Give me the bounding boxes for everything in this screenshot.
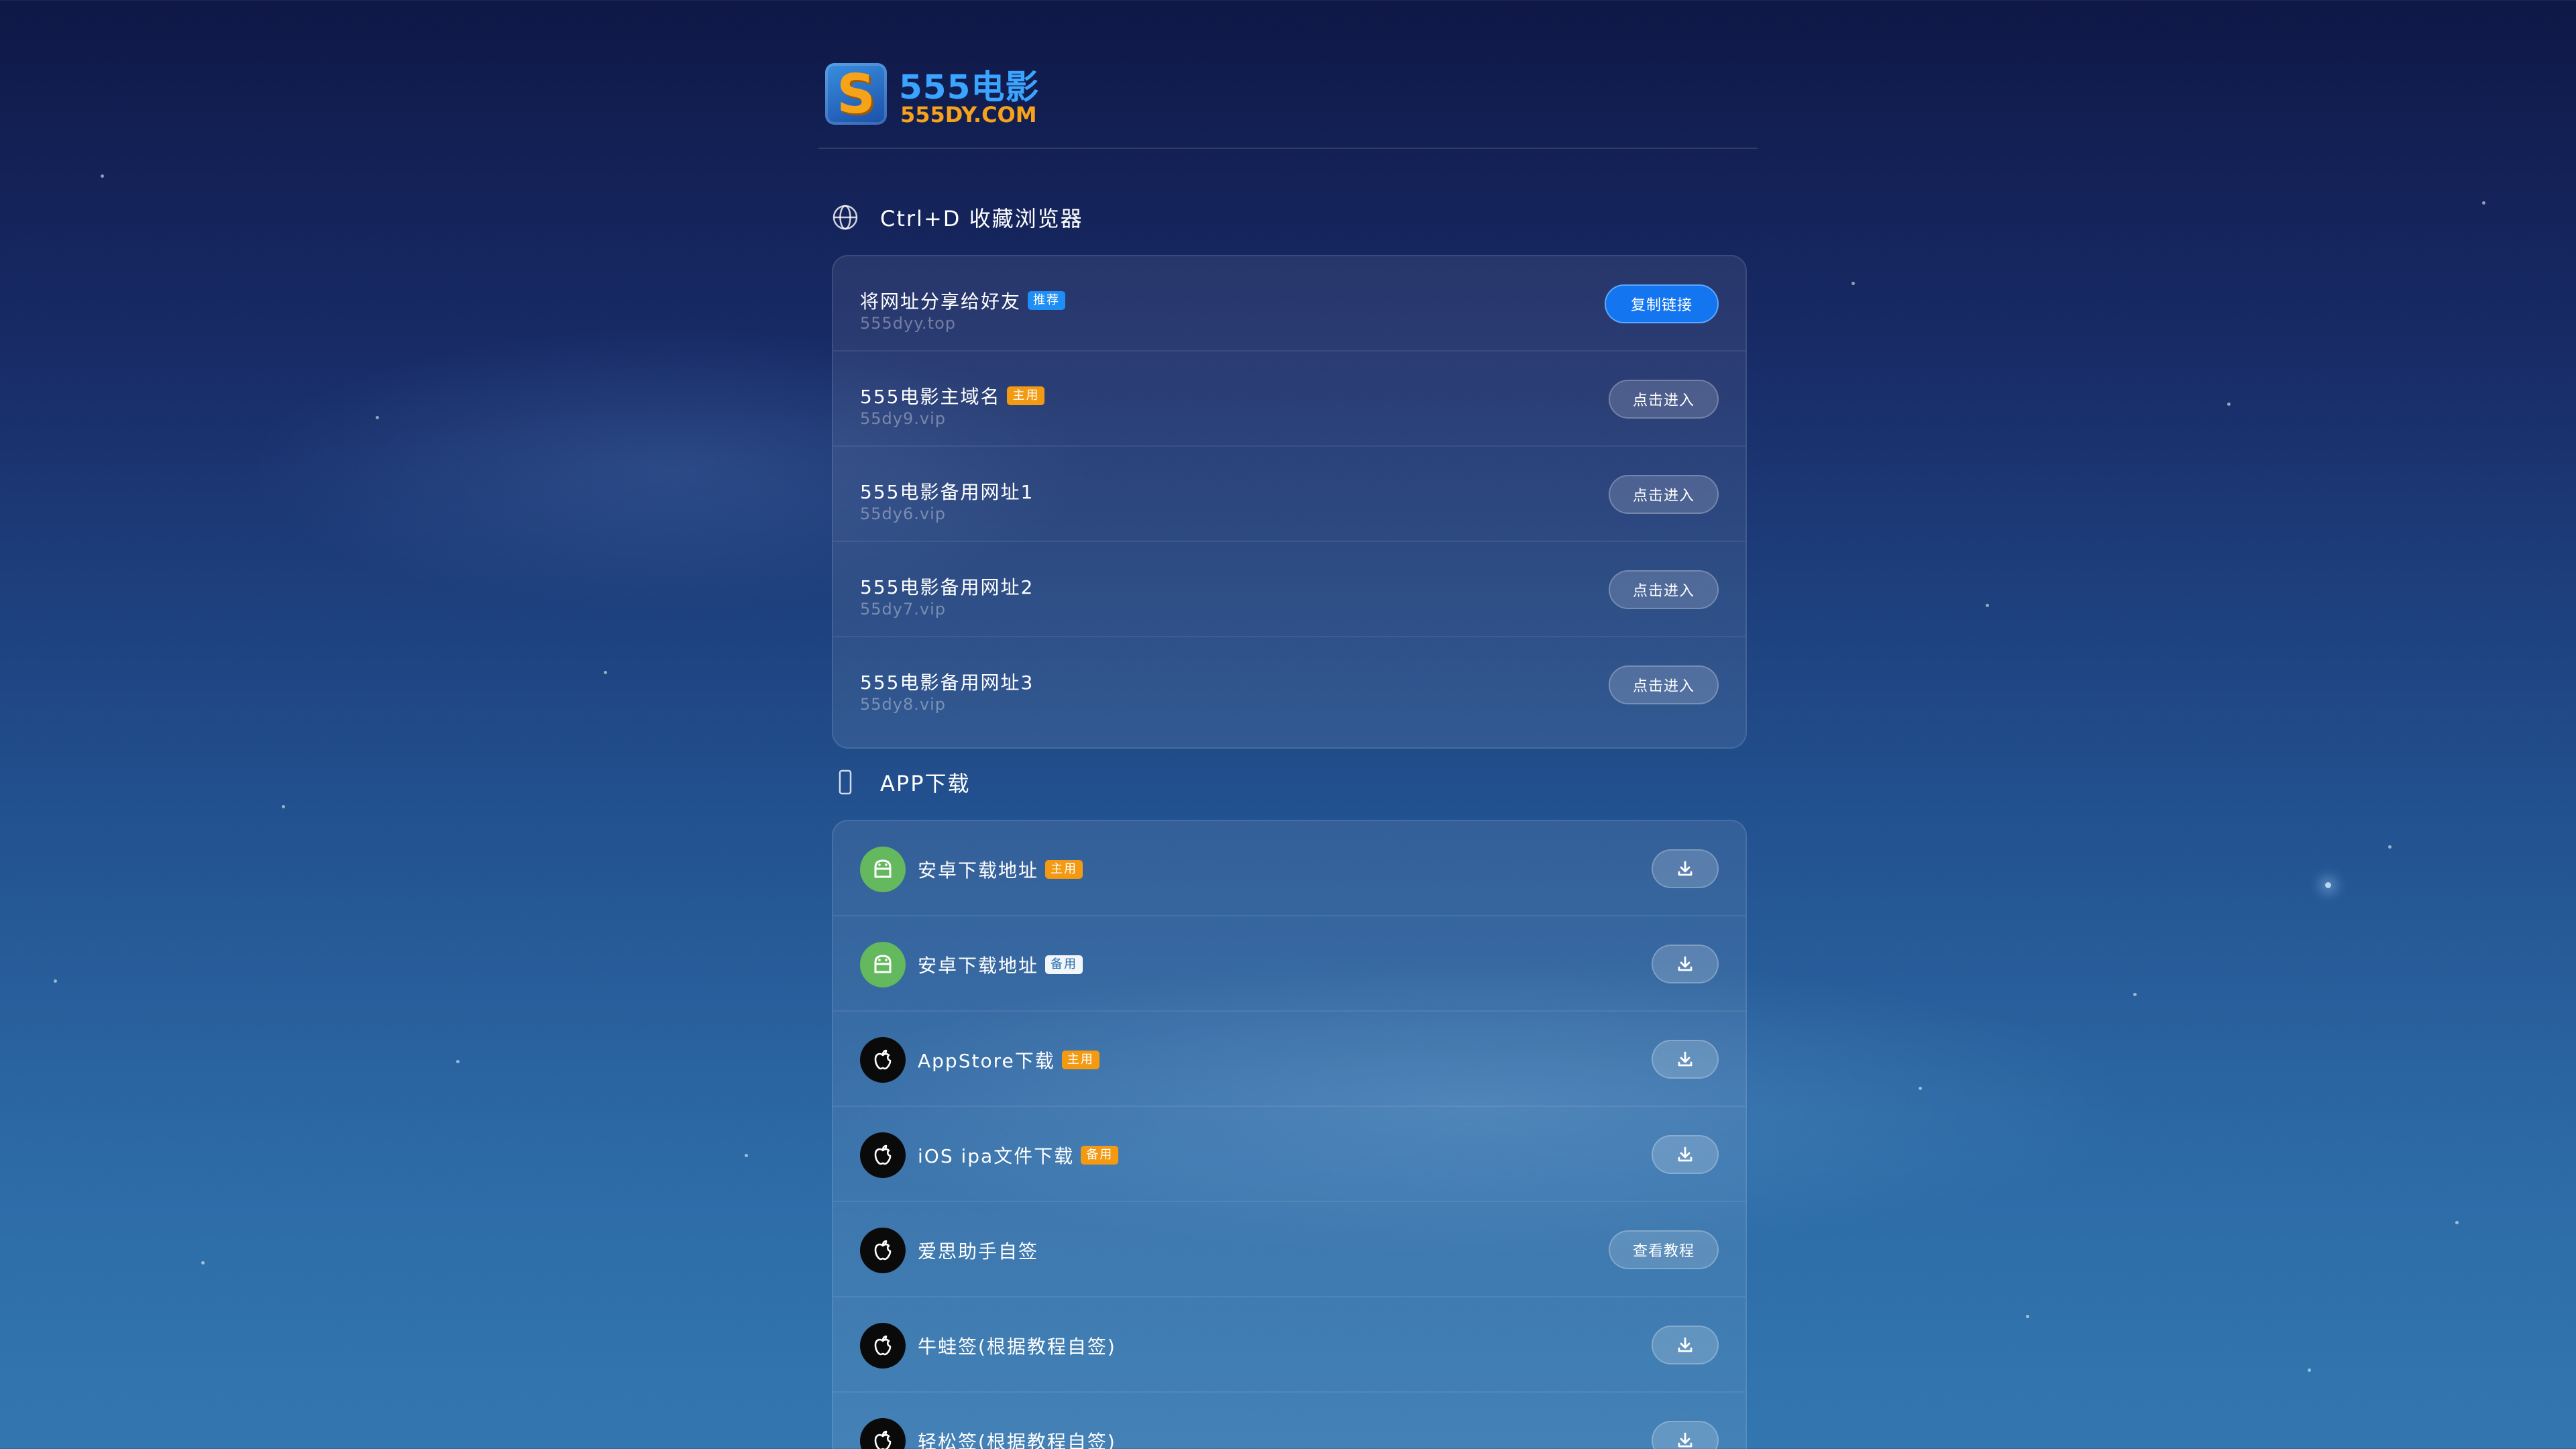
app-row-aisi: 爱思助手自签 查看教程 bbox=[833, 1202, 1746, 1297]
logo-letter: S bbox=[837, 62, 875, 125]
link-name: 555电影主域名 主用 bbox=[860, 382, 1045, 409]
link-name: 555电影备用网址3 bbox=[860, 672, 1034, 694]
app-name: 牛蛙签(根据教程自签) bbox=[918, 1336, 1116, 1358]
app-name: iOS ipa文件下载 备用 bbox=[918, 1142, 1119, 1169]
primary-badge: 主用 bbox=[1061, 1051, 1099, 1069]
app-section-header: APP下载 bbox=[830, 762, 1743, 802]
bookmark-section-header: Ctrl+D 收藏浏览器 bbox=[830, 197, 1743, 237]
link-list-card: 将网址分享给好友 推荐 555dyy.top 复制链接 555电影主域名 主用 … bbox=[832, 255, 1747, 749]
link-row-backup-2: 555电影备用网址2 55dy7.vip 点击进入 bbox=[833, 542, 1746, 637]
logo-icon[interactable]: S bbox=[825, 63, 887, 125]
download-button[interactable] bbox=[1652, 945, 1719, 983]
link-url: 55dy8.vip bbox=[860, 695, 946, 714]
app-row-android-backup: 安卓下载地址 备用 bbox=[833, 916, 1746, 1012]
app-name-text: 安卓下载地址 bbox=[918, 859, 1039, 881]
enter-button[interactable]: 点击进入 bbox=[1609, 475, 1719, 514]
app-row-appstore: AppStore下载 主用 bbox=[833, 1012, 1746, 1107]
app-row-niuwa: 牛蛙签(根据教程自签) bbox=[833, 1297, 1746, 1393]
link-row-share: 将网址分享给好友 推荐 555dyy.top 复制链接 bbox=[833, 256, 1746, 352]
apple-icon bbox=[860, 1418, 906, 1449]
phone-icon bbox=[830, 767, 860, 797]
enter-button[interactable]: 点击进入 bbox=[1609, 570, 1719, 609]
apple-icon bbox=[860, 1228, 906, 1273]
app-name: 轻松签(根据教程自签) bbox=[918, 1431, 1116, 1449]
app-name-text: AppStore下载 bbox=[918, 1050, 1055, 1072]
apple-icon bbox=[860, 1132, 906, 1178]
download-icon bbox=[1678, 1432, 1693, 1448]
download-button[interactable] bbox=[1652, 1421, 1719, 1449]
download-icon bbox=[1678, 956, 1693, 971]
enter-button[interactable]: 点击进入 bbox=[1609, 665, 1719, 704]
apple-icon bbox=[860, 1037, 906, 1083]
primary-badge: 主用 bbox=[1007, 386, 1045, 405]
download-button[interactable] bbox=[1652, 1326, 1719, 1364]
app-list-card: 安卓下载地址 主用 安卓下载地址 备用 AppStore下载 主用 iOS ip… bbox=[832, 820, 1747, 1449]
app-name: AppStore下载 主用 bbox=[918, 1046, 1099, 1073]
view-tutorial-button[interactable]: 查看教程 bbox=[1609, 1230, 1719, 1269]
download-button[interactable] bbox=[1652, 1135, 1719, 1174]
download-icon bbox=[1678, 1337, 1693, 1352]
link-name: 555电影备用网址1 bbox=[860, 481, 1034, 503]
download-button[interactable] bbox=[1652, 1040, 1719, 1079]
backup-badge: 备用 bbox=[1045, 955, 1083, 974]
app-section-title: APP下载 bbox=[880, 771, 971, 796]
app-row-qingsong: 轻松签(根据教程自签) bbox=[833, 1393, 1746, 1449]
link-row-backup-1: 555电影备用网址1 55dy6.vip 点击进入 bbox=[833, 447, 1746, 542]
link-name-text: 将网址分享给好友 bbox=[860, 290, 1022, 313]
link-name: 将网址分享给好友 推荐 bbox=[860, 287, 1066, 314]
link-row-main-domain: 555电影主域名 主用 55dy9.vip 点击进入 bbox=[833, 352, 1746, 447]
link-name-text: 555电影主域名 bbox=[860, 386, 1001, 408]
copy-link-button[interactable]: 复制链接 bbox=[1605, 284, 1719, 323]
link-url: 555dyy.top bbox=[860, 314, 956, 333]
app-name: 爱思助手自签 bbox=[918, 1240, 1039, 1263]
link-url: 55dy6.vip bbox=[860, 504, 946, 523]
main-column: S 555电影 555DY.COM Ctrl+D 收藏浏览器 将网址分享给好友 … bbox=[818, 0, 1758, 1449]
backup-badge: 备用 bbox=[1081, 1146, 1119, 1165]
app-name-text: iOS ipa文件下载 bbox=[918, 1145, 1075, 1167]
brand-domain: 555DY.COM bbox=[900, 102, 1037, 127]
bookmark-section-title: Ctrl+D 收藏浏览器 bbox=[880, 206, 1083, 231]
download-button[interactable] bbox=[1652, 849, 1719, 888]
site-header: S 555电影 555DY.COM bbox=[818, 60, 1758, 149]
download-icon bbox=[1678, 1051, 1693, 1067]
download-icon bbox=[1678, 861, 1693, 876]
primary-badge: 主用 bbox=[1045, 860, 1083, 879]
link-row-backup-3: 555电影备用网址3 55dy8.vip 点击进入 bbox=[833, 637, 1746, 733]
app-name: 安卓下载地址 主用 bbox=[918, 856, 1083, 883]
recommend-badge: 推荐 bbox=[1028, 291, 1066, 310]
app-name-text: 安卓下载地址 bbox=[918, 955, 1039, 977]
app-row-android-main: 安卓下载地址 主用 bbox=[833, 821, 1746, 916]
app-row-ios-ipa: iOS ipa文件下载 备用 bbox=[833, 1107, 1746, 1202]
globe-icon bbox=[830, 203, 860, 232]
app-name: 安卓下载地址 备用 bbox=[918, 951, 1083, 978]
android-icon bbox=[860, 847, 906, 892]
link-url: 55dy7.vip bbox=[860, 600, 946, 619]
download-icon bbox=[1678, 1146, 1693, 1162]
link-url: 55dy9.vip bbox=[860, 409, 946, 428]
enter-button[interactable]: 点击进入 bbox=[1609, 380, 1719, 419]
android-icon bbox=[860, 942, 906, 987]
apple-icon bbox=[860, 1323, 906, 1368]
link-name: 555电影备用网址2 bbox=[860, 576, 1034, 598]
